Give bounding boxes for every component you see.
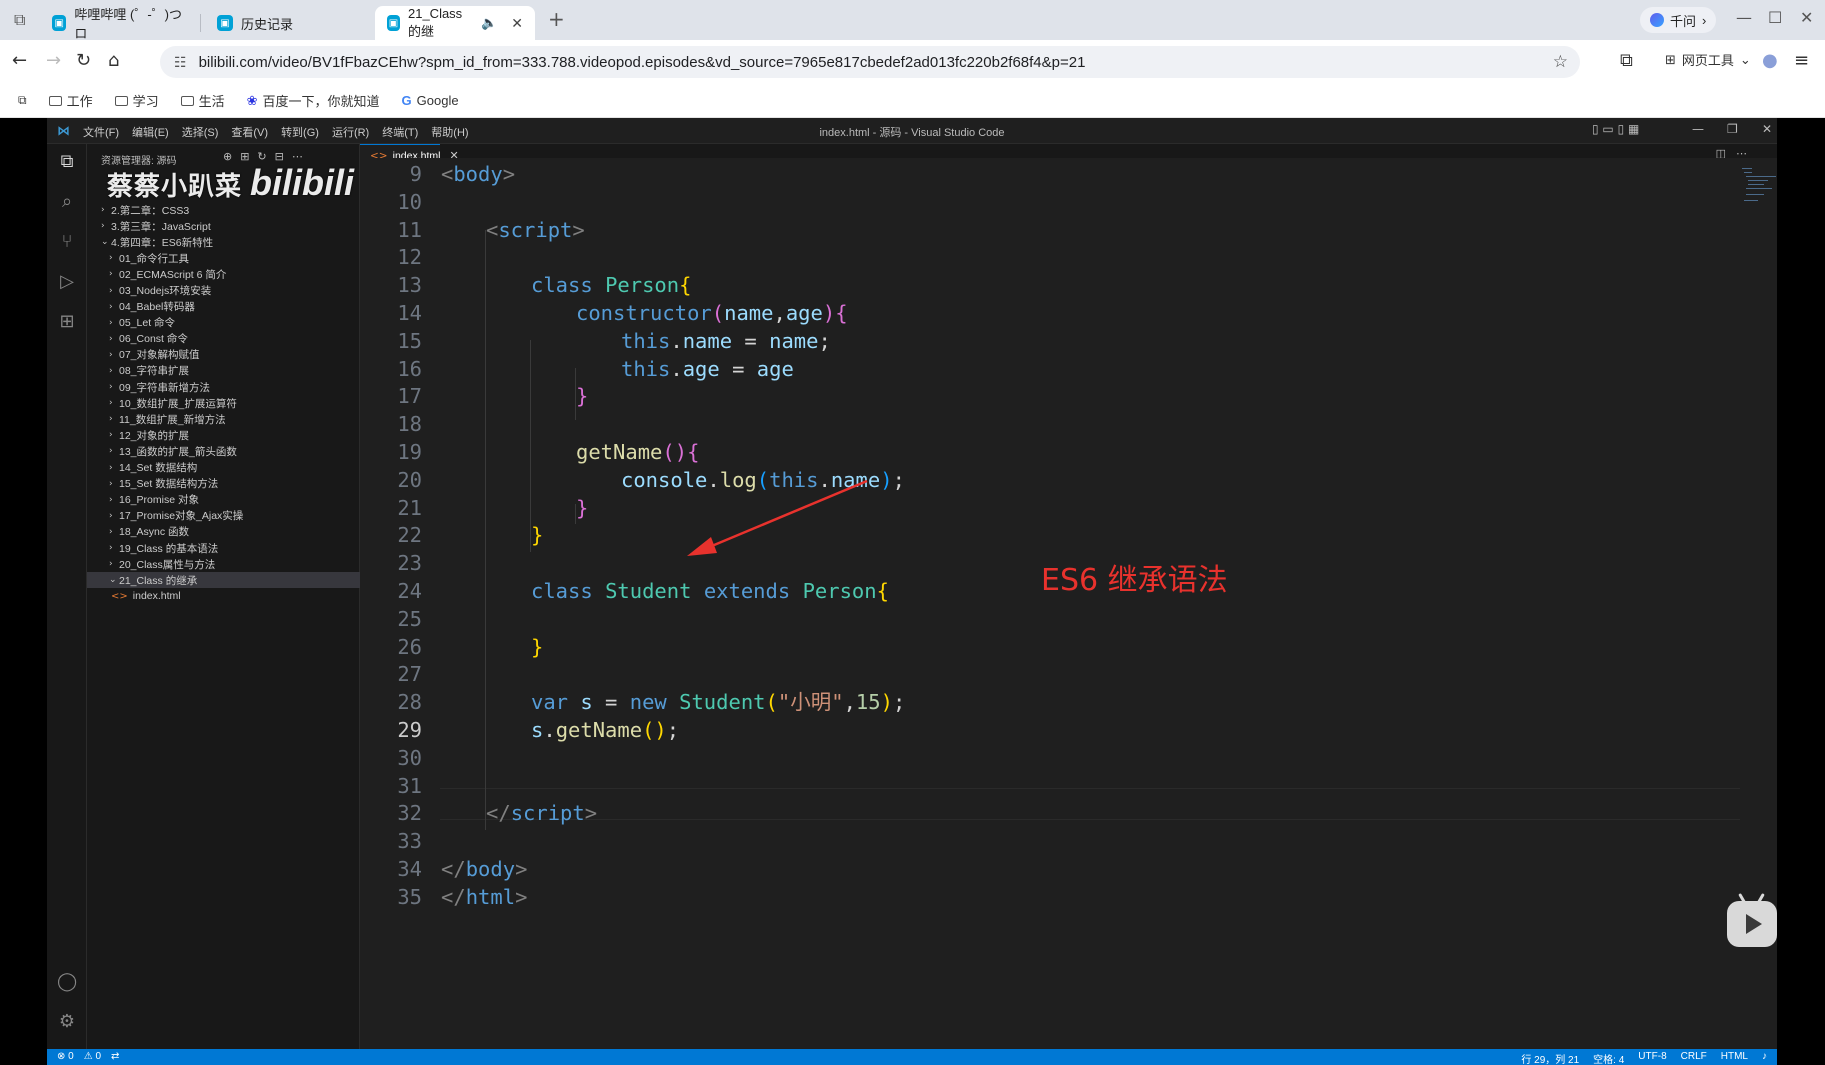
forward-button[interactable]: → — [46, 50, 61, 71]
play-icon — [1746, 914, 1762, 934]
cursor-position[interactable]: 行 29，列 21 — [1521, 1051, 1579, 1065]
back-button[interactable]: ← — [12, 50, 27, 71]
end-of-line[interactable]: CRLF — [1681, 1051, 1707, 1065]
url-text: bilibili.com/video/BV1fFbazCEhw?spm_id_f… — [198, 53, 1086, 71]
maximize-button[interactable]: ☐ — [1768, 8, 1782, 27]
bookmark-label: 工作 — [66, 94, 93, 109]
folder-icon — [114, 95, 128, 106]
bookmark-star-icon[interactable]: ☆ — [1553, 52, 1568, 72]
tab-label: 历史记录 — [241, 16, 294, 32]
web-tools-button[interactable]: ⊞ 网页工具 ⌄ — [1665, 50, 1751, 69]
reload-button[interactable]: ↻ — [76, 50, 91, 71]
assistant-icon — [1650, 13, 1664, 27]
bilibili-play-button[interactable] — [1727, 893, 1777, 947]
bookmark-label: 生活 — [198, 94, 225, 109]
bookmark-life[interactable]: 生活 — [180, 91, 225, 110]
browser-tab-bilibili[interactable]: ▣ 哔哩哔哩 (゜-゜)つロ — [40, 6, 195, 41]
site-info-icon[interactable]: ☷ — [174, 54, 187, 71]
bookmarks-toggle-icon[interactable]: ⧉ — [18, 93, 27, 108]
video-letterbox-left — [0, 118, 47, 1065]
browser-tab-bar: ⧉ ▣ 哔哩哔哩 (゜-゜)つロ ▣ 历史记录 ▣ 21_Class的继 🔈 ✕… — [0, 0, 1825, 41]
bookmark-baidu[interactable]: ❀ 百度一下，你就知道 — [247, 91, 380, 110]
tab-search-icon[interactable]: ⧉ — [14, 10, 25, 30]
video-player[interactable]: ⋈ index.html - 源码 - Visual Studio Code 文… — [47, 118, 1777, 1065]
annotation-arrow — [687, 479, 868, 556]
bilibili-favicon-icon: ▣ — [387, 15, 400, 31]
minimize-button[interactable]: — — [1736, 8, 1752, 27]
close-tab-icon[interactable]: ✕ — [511, 15, 523, 32]
encoding[interactable]: UTF-8 — [1638, 1051, 1666, 1065]
chevron-right-icon: › — [1702, 12, 1707, 28]
tab-label: 哔哩哔哩 (゜-゜)つロ — [74, 7, 183, 41]
bookmark-google[interactable]: G Google — [402, 93, 459, 108]
avatar[interactable]: ● — [1762, 50, 1778, 71]
assistant-button[interactable]: 千问 › — [1640, 7, 1717, 33]
language-mode[interactable]: HTML — [1721, 1051, 1748, 1065]
web-tools-label: 网页工具 — [1681, 53, 1734, 68]
bilibili-favicon-icon: ▣ — [52, 15, 67, 31]
extensions-icon[interactable]: ⧉ — [1620, 50, 1633, 71]
bookmarks-bar: ⧉ 工作 学习 生活 ❀ 百度一下，你就知道 G Google — [0, 84, 1825, 118]
remote-icon[interactable]: ⇄ — [111, 1051, 119, 1062]
url-field[interactable]: ☷ bilibili.com/video/BV1fFbazCEhw?spm_id… — [160, 46, 1580, 78]
folder-icon — [180, 95, 194, 106]
home-button[interactable]: ⌂ — [108, 50, 119, 71]
bilibili-favicon-icon: ▣ — [217, 15, 233, 31]
folder-icon — [48, 95, 62, 106]
speaker-icon[interactable]: 🔈 — [481, 16, 497, 31]
bookmark-work[interactable]: 工作 — [48, 91, 93, 110]
status-bar: ⊗ 0 ⚠ 0 ⇄ 行 29，列 21 空格: 4 UTF-8 CRLF HTM… — [47, 1049, 1777, 1065]
assistant-label: 千问 — [1670, 13, 1697, 29]
annotation-text: ES6 继承语法 — [1041, 563, 1228, 598]
grid-icon: ⊞ — [1665, 51, 1676, 67]
bookmark-label: 百度一下，你就知道 — [262, 94, 380, 109]
errors-count[interactable]: ⊗ 0 — [57, 1051, 74, 1062]
bookmark-label: 学习 — [132, 94, 159, 109]
bookmark-label: Google — [416, 93, 459, 108]
browser-tab-history[interactable]: ▣ 历史记录 — [205, 6, 370, 40]
notifications-bell-icon[interactable]: ♪ — [1762, 1051, 1767, 1065]
baidu-icon: ❀ — [246, 92, 258, 108]
bookmark-study[interactable]: 学习 — [114, 91, 159, 110]
google-icon: G — [401, 93, 412, 108]
tab-label: 21_Class的继 — [407, 6, 463, 39]
video-letterbox-right — [1777, 118, 1825, 1065]
browser-tab-active[interactable]: ▣ 21_Class的继 🔈 ✕ — [375, 6, 535, 40]
address-bar-row: ← → ↻ ⌂ ☷ bilibili.com/video/BV1fFbazCEh… — [0, 40, 1825, 84]
indentation[interactable]: 空格: 4 — [1593, 1051, 1624, 1065]
close-window-button[interactable]: ✕ — [1800, 8, 1813, 27]
tab-separator — [200, 14, 201, 32]
chevron-down-icon: ⌄ — [1739, 51, 1751, 67]
warnings-count[interactable]: ⚠ 0 — [84, 1051, 101, 1062]
menu-icon[interactable]: ≡ — [1794, 50, 1809, 71]
new-tab-button[interactable]: + — [548, 7, 565, 31]
